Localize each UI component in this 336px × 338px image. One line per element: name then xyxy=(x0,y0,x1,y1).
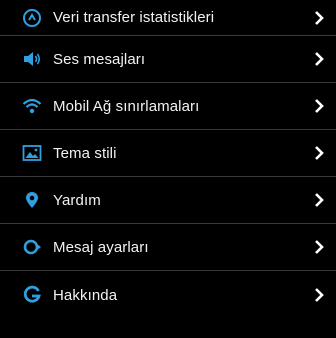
chevron-right-icon xyxy=(313,51,325,67)
speaker-icon xyxy=(22,49,42,69)
menu-item-message-settings[interactable]: Mesaj ayarları xyxy=(0,224,336,271)
wifi-icon xyxy=(22,96,42,116)
menu-item-help[interactable]: Yardım xyxy=(0,177,336,224)
message-settings-icon xyxy=(22,237,42,257)
image-icon xyxy=(22,143,42,163)
location-pin-icon xyxy=(22,190,42,210)
chevron-right-icon xyxy=(313,98,325,114)
menu-item-label: Mesaj ayarları xyxy=(53,238,149,256)
chevron-right-icon xyxy=(313,192,325,208)
menu-item-label: Mobil Ağ sınırlamaları xyxy=(53,97,200,115)
menu-item-theme-style[interactable]: Tema stili xyxy=(0,130,336,177)
chevron-right-icon xyxy=(313,145,325,161)
menu-item-label: Yardım xyxy=(53,191,101,209)
menu-item-voice-messages[interactable]: Ses mesajları xyxy=(0,36,336,83)
chevron-right-icon xyxy=(313,10,325,26)
menu-item-data-stats[interactable]: Veri transfer istatistikleri xyxy=(0,0,336,36)
chevron-right-icon xyxy=(313,287,325,303)
settings-menu: Veri transfer istatistikleri Ses mesajla… xyxy=(0,0,336,319)
menu-item-mobile-network-limits[interactable]: Mobil Ağ sınırlamaları xyxy=(0,83,336,130)
data-stats-icon xyxy=(22,8,42,28)
menu-item-about[interactable]: Hakkında xyxy=(0,271,336,319)
menu-item-label: Hakkında xyxy=(53,286,118,304)
chevron-right-icon xyxy=(313,239,325,255)
menu-item-label: Ses mesajları xyxy=(53,50,146,68)
about-icon xyxy=(22,285,42,305)
menu-item-label: Veri transfer istatistikleri xyxy=(53,9,215,26)
menu-item-label: Tema stili xyxy=(53,144,117,162)
